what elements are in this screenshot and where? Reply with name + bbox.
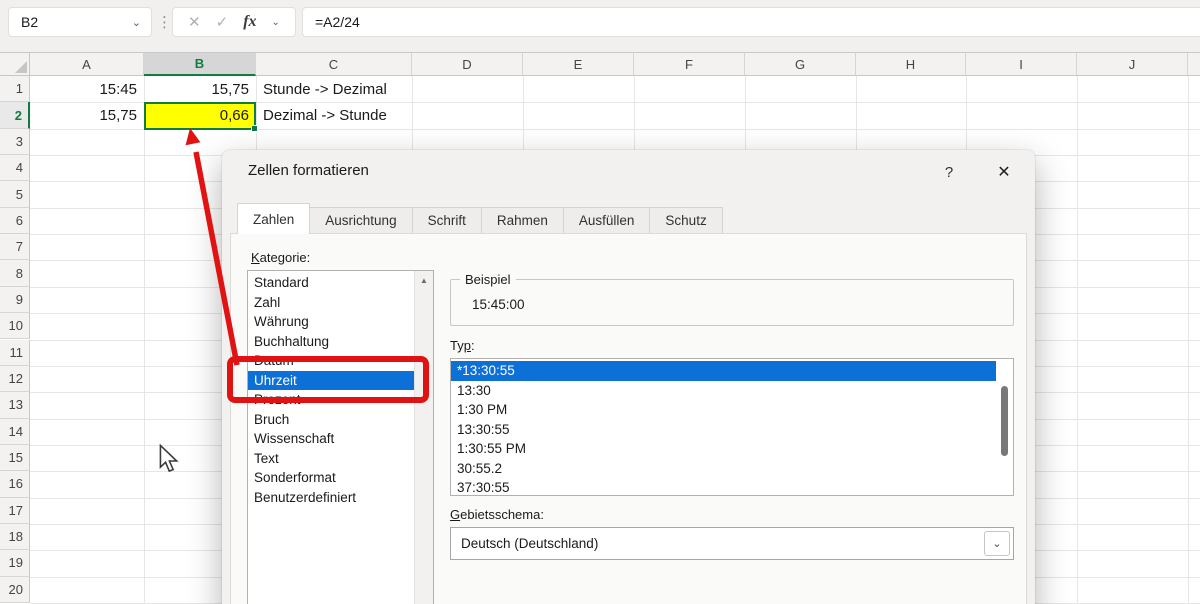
row-header-16[interactable]: 16 xyxy=(0,471,30,497)
more-options-icon[interactable]: ⋮ xyxy=(157,7,172,37)
format-cells-dialog: Zellen formatieren ? ✕ ZahlenAusrichtung… xyxy=(222,150,1035,604)
row-header-13[interactable]: 13 xyxy=(0,392,30,418)
category-listbox[interactable]: StandardZahlWährungBuchhaltungDatumUhrze… xyxy=(247,270,434,604)
column-header-h[interactable]: H xyxy=(856,52,966,76)
number-tab-panel: Kategorie: StandardZahlWährungBuchhaltun… xyxy=(230,233,1027,604)
combobox-chevron-icon[interactable]: ⌄ xyxy=(984,531,1010,556)
category-item-bruch[interactable]: Bruch xyxy=(248,410,414,430)
example-label: Beispiel xyxy=(460,272,516,287)
cell-A1[interactable]: 15:45 xyxy=(30,76,144,102)
name-box-chevron-icon[interactable]: ⌄ xyxy=(132,16,141,29)
fill-handle[interactable] xyxy=(251,125,258,132)
help-button[interactable]: ? xyxy=(937,160,961,184)
fx-chevron-icon[interactable]: ⌄ xyxy=(272,17,280,28)
row-header-10[interactable]: 10 xyxy=(0,313,30,339)
cell-C1[interactable]: Stunde -> Dezimal xyxy=(256,76,412,102)
formula-bar: B2 ⌄ ⋮ ✕ ✓ fx ⌄ =A2/24 xyxy=(0,0,1200,52)
excel-window: { "colors": { "excel_green": "#107c41", … xyxy=(0,0,1200,604)
cell-C2[interactable]: Dezimal -> Stunde xyxy=(256,102,412,128)
formula-input[interactable]: =A2/24 xyxy=(302,7,1200,37)
category-item-buchhaltung[interactable]: Buchhaltung xyxy=(248,332,414,352)
enter-icon[interactable]: ✓ xyxy=(216,13,229,31)
tab-zahlen[interactable]: Zahlen xyxy=(237,203,310,234)
row-header-14[interactable]: 14 xyxy=(0,419,30,445)
tab-ausf-llen[interactable]: Ausfüllen xyxy=(563,207,651,234)
type-label: Typ: xyxy=(450,338,475,353)
row-header-7[interactable]: 7 xyxy=(0,234,30,260)
type-item-13-30-55[interactable]: 13:30:55 xyxy=(451,420,996,440)
column-header-f[interactable]: F xyxy=(634,52,745,76)
row-header-4[interactable]: 4 xyxy=(0,155,30,181)
column-header-k[interactable]: K xyxy=(1188,52,1200,76)
category-item-uhrzeit[interactable]: Uhrzeit xyxy=(248,371,414,391)
column-header-a[interactable]: A xyxy=(30,52,144,76)
locale-value: Deutsch (Deutschland) xyxy=(461,536,598,551)
select-all-corner[interactable] xyxy=(0,52,30,76)
type-item-13-30-55[interactable]: *13:30:55 xyxy=(451,361,996,381)
category-item-text[interactable]: Text xyxy=(248,449,414,469)
column-header-e[interactable]: E xyxy=(523,52,634,76)
row-header-15[interactable]: 15 xyxy=(0,445,30,471)
category-item-wissenschaft[interactable]: Wissenschaft xyxy=(248,429,414,449)
name-box[interactable]: B2 ⌄ xyxy=(8,7,152,37)
type-scrollbar-thumb[interactable] xyxy=(1001,386,1008,456)
tab-ausrichtung[interactable]: Ausrichtung xyxy=(309,207,412,234)
formula-text: =A2/24 xyxy=(315,14,360,30)
row-header-18[interactable]: 18 xyxy=(0,524,30,550)
column-header-j[interactable]: J xyxy=(1077,52,1188,76)
type-item-1-30-55-pm[interactable]: 1:30:55 PM xyxy=(451,439,996,459)
type-item-30-55-2[interactable]: 30:55.2 xyxy=(451,459,996,479)
category-item-benutzerdefiniert[interactable]: Benutzerdefiniert xyxy=(248,488,414,508)
row-header-2[interactable]: 2 xyxy=(0,102,30,128)
column-header-b[interactable]: B xyxy=(144,52,256,76)
locale-label: Gebietsschema: xyxy=(450,507,544,522)
category-item-sonderformat[interactable]: Sonderformat xyxy=(248,468,414,488)
row-header-19[interactable]: 19 xyxy=(0,550,30,576)
close-button[interactable]: ✕ xyxy=(989,158,1019,186)
category-item-standard[interactable]: Standard xyxy=(248,273,414,293)
category-item-zahl[interactable]: Zahl xyxy=(248,293,414,313)
selected-cell-border xyxy=(144,102,256,129)
row-header-3[interactable]: 3 xyxy=(0,129,30,155)
row-header-8[interactable]: 8 xyxy=(0,260,30,286)
column-header-d[interactable]: D xyxy=(412,52,523,76)
row-header-6[interactable]: 6 xyxy=(0,208,30,234)
category-item-datum[interactable]: Datum xyxy=(248,351,414,371)
cell-B1[interactable]: 15,75 xyxy=(144,76,256,102)
formula-buttons: ✕ ✓ fx ⌄ xyxy=(172,7,296,37)
type-item-13-30[interactable]: 13:30 xyxy=(451,381,996,401)
row-header-1[interactable]: 1 xyxy=(0,76,30,102)
locale-combobox[interactable]: Deutsch (Deutschland) ⌄ xyxy=(450,527,1014,560)
column-header-i[interactable]: I xyxy=(966,52,1077,76)
row-header-12[interactable]: 12 xyxy=(0,366,30,392)
insert-function-icon[interactable]: fx xyxy=(243,13,256,31)
row-header-20[interactable]: 20 xyxy=(0,577,30,603)
row-header-11[interactable]: 11 xyxy=(0,340,30,366)
column-header-c[interactable]: C xyxy=(256,52,412,76)
example-value: 15:45:00 xyxy=(472,297,525,312)
type-scrollbar[interactable] xyxy=(996,359,1013,495)
dialog-tabs: ZahlenAusrichtungSchriftRahmenAusfüllenS… xyxy=(237,203,722,234)
example-groupbox: Beispiel 15:45:00 xyxy=(450,279,1014,326)
type-listbox[interactable]: *13:30:5513:301:30 PM13:30:551:30:55 PM3… xyxy=(450,358,1014,496)
scroll-up-icon[interactable]: ▲ xyxy=(415,271,433,290)
cell-A2[interactable]: 15,75 xyxy=(30,102,144,128)
name-box-value: B2 xyxy=(21,14,38,30)
tab-rahmen[interactable]: Rahmen xyxy=(481,207,564,234)
row-header-9[interactable]: 9 xyxy=(0,287,30,313)
row-header-5[interactable]: 5 xyxy=(0,181,30,207)
cancel-icon[interactable]: ✕ xyxy=(188,13,201,31)
type-item-1-30-pm[interactable]: 1:30 PM xyxy=(451,400,996,420)
tab-schutz[interactable]: Schutz xyxy=(649,207,722,234)
category-item-w-hrung[interactable]: Währung xyxy=(248,312,414,332)
dialog-title: Zellen formatieren xyxy=(248,162,369,179)
category-label: Kategorie: xyxy=(251,250,310,265)
category-item-prozent[interactable]: Prozent xyxy=(248,390,414,410)
category-scrollbar[interactable]: ▲ xyxy=(414,271,433,604)
tab-schrift[interactable]: Schrift xyxy=(412,207,482,234)
type-item-37-30-55[interactable]: 37:30:55 xyxy=(451,478,996,498)
row-header-17[interactable]: 17 xyxy=(0,498,30,524)
column-header-g[interactable]: G xyxy=(745,52,856,76)
